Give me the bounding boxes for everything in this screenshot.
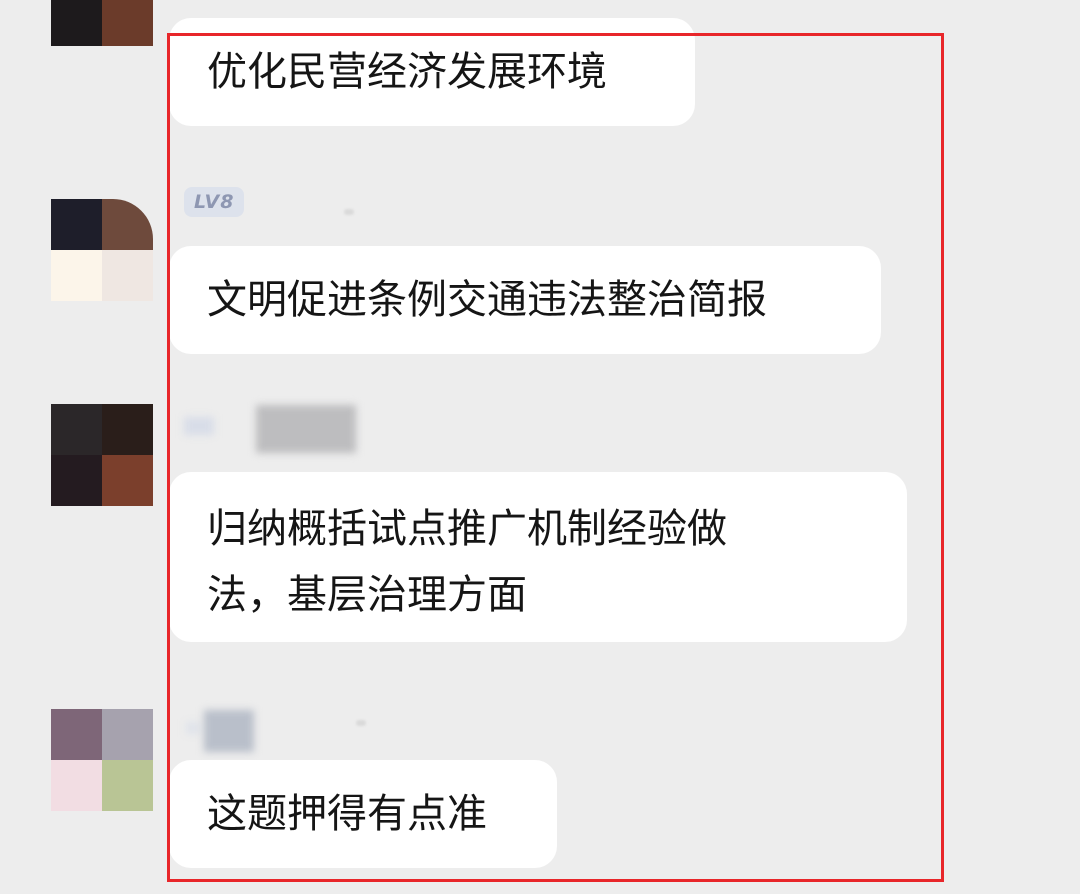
blurred-name xyxy=(256,405,356,453)
message-bubble[interactable]: 这题押得有点准 xyxy=(169,760,557,868)
sender-info xyxy=(184,708,366,752)
message-bubble[interactable]: 优化民营经济发展环境 xyxy=(169,18,695,126)
message-text-line: 归纳概括试点推广机制经验做 xyxy=(207,506,727,552)
avatar[interactable] xyxy=(51,404,153,506)
sender-info: LV8 xyxy=(184,187,364,219)
sender-info xyxy=(184,403,364,453)
highlight-box xyxy=(167,33,944,882)
blurred-name xyxy=(356,720,366,726)
message-bubble[interactable]: 文明促进条例交通违法整治简报 xyxy=(169,246,881,354)
blurred-name xyxy=(204,710,254,752)
level-badge-blurred xyxy=(186,722,200,734)
avatar[interactable] xyxy=(51,0,153,46)
chat-message-list[interactable]: 优化民营经济发展环境 LV8 文明促进条例交通违法整治简报 归纳概括试点推广机制… xyxy=(0,0,1080,894)
avatar[interactable] xyxy=(51,709,153,811)
message-text-line: 法，基层治理方面 xyxy=(207,572,527,618)
level-badge: LV8 xyxy=(184,187,245,217)
message-text: 优化民营经济发展环境 xyxy=(207,49,607,95)
blurred-name xyxy=(344,209,354,215)
level-badge-blurred xyxy=(184,417,214,435)
message-text: 文明促进条例交通违法整治简报 xyxy=(207,277,767,323)
message-bubble[interactable]: 归纳概括试点推广机制经验做 法，基层治理方面 xyxy=(169,472,907,642)
message-text: 这题押得有点准 xyxy=(207,791,487,837)
avatar[interactable] xyxy=(51,199,153,301)
